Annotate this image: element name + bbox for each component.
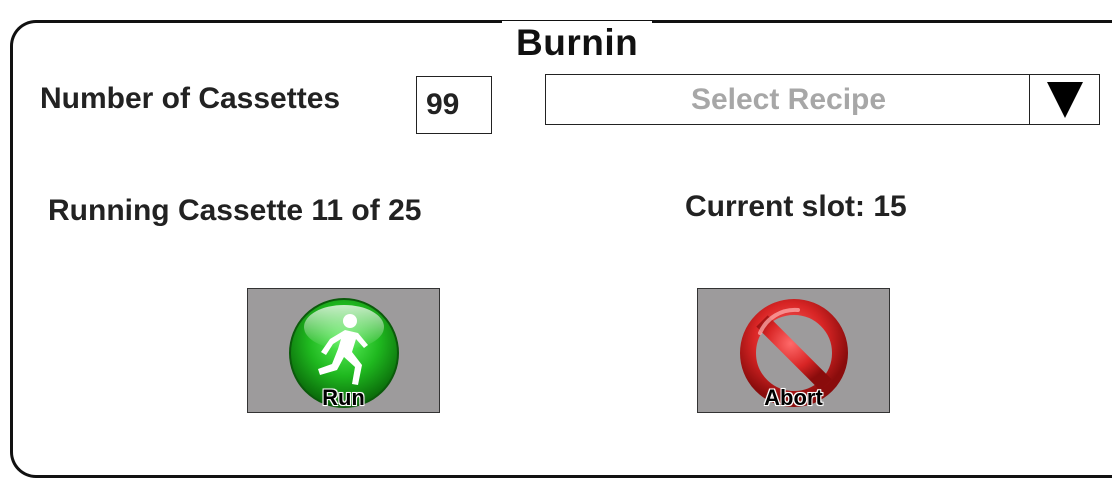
recipe-select[interactable]: Select Recipe [545,74,1100,125]
group-title: Burnin [502,21,653,65]
recipe-select-placeholder: Select Recipe [690,83,887,116]
run-button[interactable]: Run [247,288,440,413]
triangle-down-icon [1046,81,1083,118]
cassettes-count-input[interactable] [416,76,492,134]
dropdown-arrow-button[interactable] [1029,75,1099,124]
abort-button-label: Abort [764,385,823,410]
cassettes-label: Number of Cassettes [40,82,341,115]
run-button-label: Run [322,385,365,410]
current-slot-status: Current slot: 15 [685,190,907,223]
abort-button[interactable]: Abort [697,288,890,413]
running-cassette-status: Running Cassette 11 of 25 [48,194,422,227]
